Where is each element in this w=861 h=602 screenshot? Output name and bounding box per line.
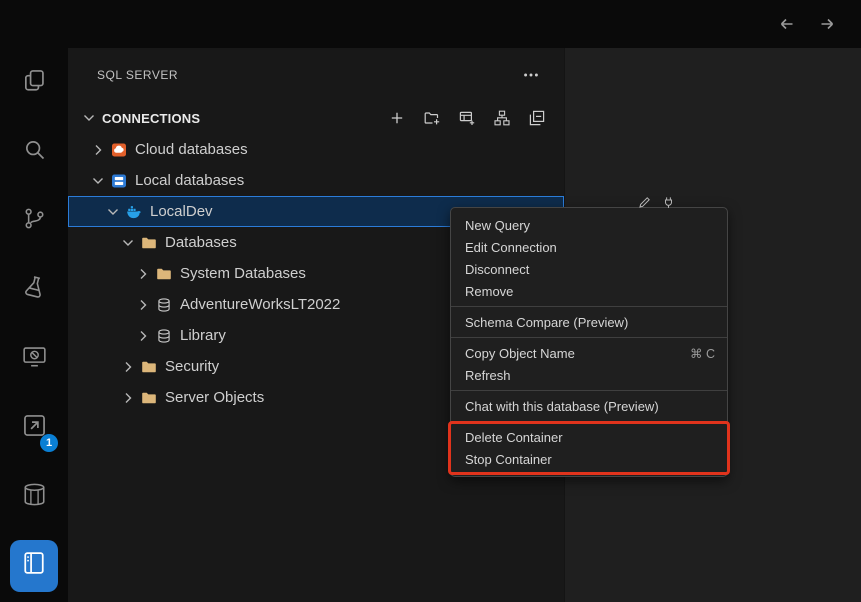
menu-item-disconnect[interactable]: Disconnect xyxy=(451,258,727,280)
folder-icon xyxy=(141,359,157,375)
menu-item-stop-container[interactable]: Stop Container xyxy=(451,448,727,470)
menu-item-chat-with-this-database-preview[interactable]: Chat with this database (Preview) xyxy=(451,395,727,417)
flask-icon xyxy=(21,274,48,306)
tree-item-label: Security xyxy=(165,358,219,375)
source-control-icon xyxy=(21,205,48,237)
item-tile xyxy=(21,67,48,99)
connections-section-label: CONNECTIONS xyxy=(102,111,200,126)
tree-item-label: System Databases xyxy=(180,265,306,282)
tree-item-inline-actions xyxy=(637,195,676,210)
menu-item-shortcut: ⌘ C xyxy=(690,346,715,361)
menu-item-label: New Query xyxy=(465,218,530,233)
nav-forward-icon[interactable] xyxy=(815,12,839,36)
chevron-right-icon[interactable] xyxy=(90,142,106,158)
tree-item-local-databases[interactable]: Local databases xyxy=(68,165,564,196)
chevron-right-icon[interactable] xyxy=(120,359,136,375)
connect-hierarchy-icon[interactable] xyxy=(493,109,511,127)
menu-item-label: Refresh xyxy=(465,368,511,383)
sidebar-title: SQL SERVER xyxy=(97,68,178,82)
activity-item-sql-server[interactable] xyxy=(2,531,66,600)
activity-item-containers-barrel[interactable] xyxy=(2,462,66,531)
history-nav xyxy=(775,12,839,36)
tree-item-label: Server Objects xyxy=(165,389,264,406)
docker-icon xyxy=(126,204,142,220)
notification-badge: 1 xyxy=(40,434,58,452)
tree-item-label: Databases xyxy=(165,234,237,251)
menu-item-copy-object-name[interactable]: Copy Object Name ⌘ C xyxy=(451,342,727,364)
context-menu: New Query Edit Connection Disconnect Remove… xyxy=(450,207,728,477)
item-tile xyxy=(21,136,48,168)
active-item-tile xyxy=(10,540,58,592)
menu-item-delete-container[interactable]: Delete Container xyxy=(451,426,727,448)
database-icon xyxy=(156,297,172,313)
more-actions-icon[interactable] xyxy=(522,66,540,84)
chevron-down-icon[interactable] xyxy=(105,204,121,220)
connections-section-header[interactable]: CONNECTIONS xyxy=(68,102,564,134)
copy-icon xyxy=(21,67,48,99)
disconnect-icon[interactable] xyxy=(661,195,676,210)
tree-item-cloud-databases[interactable]: Cloud databases xyxy=(68,134,564,165)
menu-item-label: Delete Container xyxy=(465,430,563,445)
menu-item-label: Stop Container xyxy=(465,452,552,467)
folder-icon xyxy=(156,266,172,282)
nav-back-icon[interactable] xyxy=(775,12,799,36)
folder-icon xyxy=(141,390,157,406)
activity-item-copy-pages[interactable] xyxy=(2,48,66,117)
menu-item-schema-compare-preview[interactable]: Schema Compare (Preview) xyxy=(451,311,727,333)
edit-connection-icon[interactable] xyxy=(637,195,652,210)
menu-item-remove[interactable]: Remove xyxy=(451,280,727,302)
server-side-icon xyxy=(20,549,48,582)
activity-bar: 1 xyxy=(0,48,68,602)
tree-item-label: Library xyxy=(180,327,226,344)
chevron-right-icon[interactable] xyxy=(135,266,151,282)
add-connection-icon[interactable] xyxy=(388,109,406,127)
connections-toolbar xyxy=(388,109,546,127)
menu-item-new-query[interactable]: New Query xyxy=(451,214,727,236)
collapse-all-icon[interactable] xyxy=(528,109,546,127)
new-connection-group-icon[interactable] xyxy=(423,109,441,127)
screen-off-icon xyxy=(21,343,48,375)
activity-item-search[interactable] xyxy=(2,117,66,186)
menu-separator xyxy=(451,390,727,391)
new-deployment-icon[interactable] xyxy=(458,109,476,127)
tree-item-label: Cloud databases xyxy=(135,141,248,158)
activity-item-export-box[interactable]: 1 xyxy=(2,393,66,462)
chevron-down-icon[interactable] xyxy=(120,235,136,251)
folder-icon xyxy=(141,235,157,251)
menu-separator xyxy=(451,306,727,307)
menu-item-label: Copy Object Name xyxy=(465,346,575,361)
menu-item-label: Schema Compare (Preview) xyxy=(465,315,628,330)
item-tile xyxy=(21,343,48,375)
tree-item-label: AdventureWorksLT2022 xyxy=(180,296,340,313)
activity-item-source-control[interactable] xyxy=(2,186,66,255)
tree-item-label: Local databases xyxy=(135,172,244,189)
item-tile xyxy=(21,481,48,513)
barrel-icon xyxy=(21,481,48,513)
item-tile xyxy=(21,274,48,306)
sidebar-header: SQL SERVER xyxy=(68,48,564,102)
title-bar xyxy=(0,0,861,48)
menu-item-label: Edit Connection xyxy=(465,240,557,255)
chevron-right-icon[interactable] xyxy=(135,328,151,344)
menu-separator xyxy=(451,421,727,422)
local-db-icon xyxy=(111,173,127,189)
menu-item-label: Remove xyxy=(465,284,513,299)
vscode-window: 1 SQL SERVER CONNECTIONS Cloud databases… xyxy=(0,0,861,602)
search-icon xyxy=(21,136,48,168)
tree-item-label: LocalDev xyxy=(150,203,213,220)
chevron-down-icon[interactable] xyxy=(90,173,106,189)
cloud-db-icon xyxy=(111,142,127,158)
activity-item-screen-preview-off[interactable] xyxy=(2,324,66,393)
chevron-right-icon[interactable] xyxy=(120,390,136,406)
menu-item-edit-connection[interactable]: Edit Connection xyxy=(451,236,727,258)
menu-item-refresh[interactable]: Refresh xyxy=(451,364,727,386)
chevron-down-icon[interactable] xyxy=(81,110,97,126)
menu-item-label: Disconnect xyxy=(465,262,529,277)
menu-separator xyxy=(451,337,727,338)
menu-item-label: Chat with this database (Preview) xyxy=(465,399,659,414)
item-tile xyxy=(21,205,48,237)
chevron-right-icon[interactable] xyxy=(135,297,151,313)
activity-item-testing-flask[interactable] xyxy=(2,255,66,324)
database-icon xyxy=(156,328,172,344)
